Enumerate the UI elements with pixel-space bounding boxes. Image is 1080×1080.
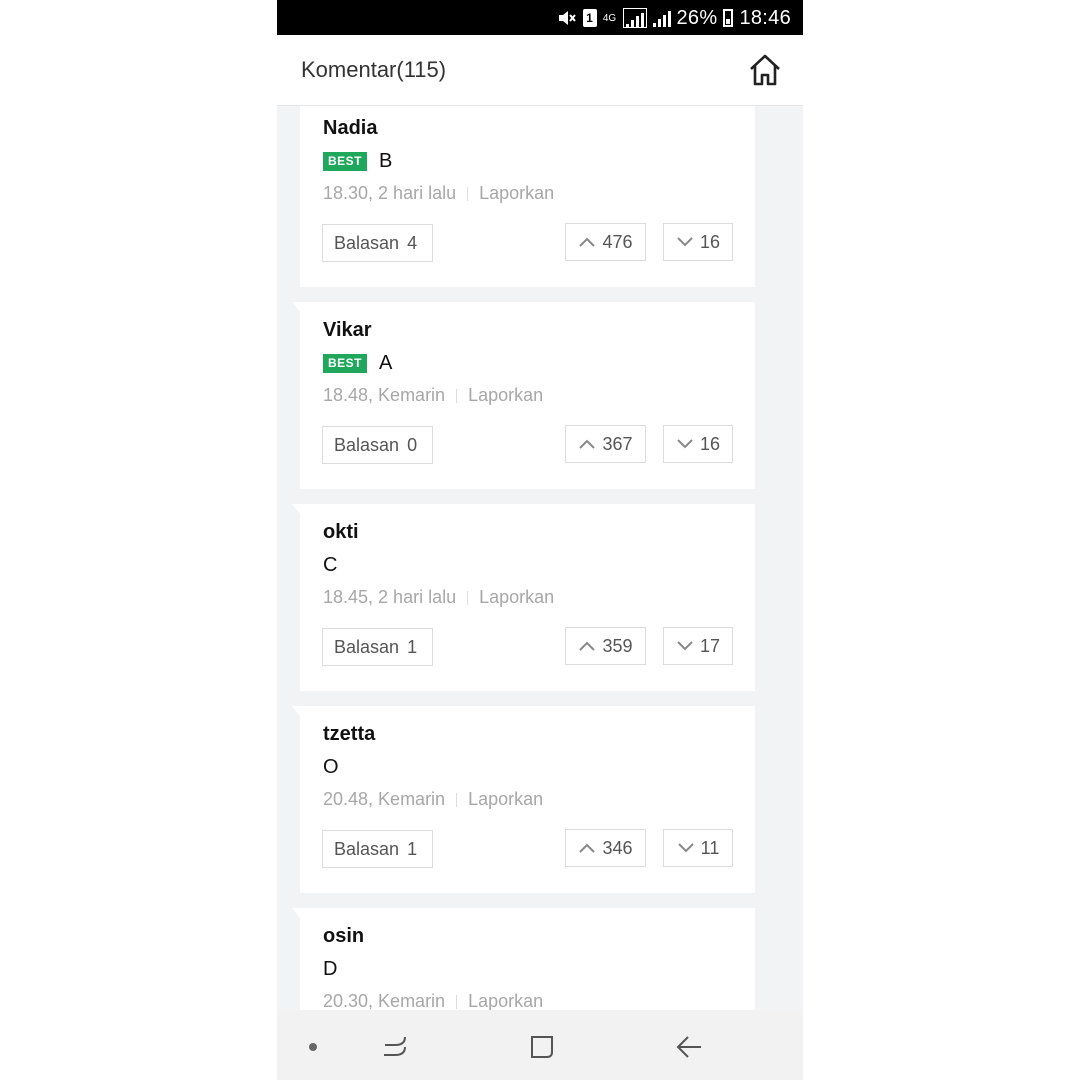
meta-divider [456,388,458,403]
best-badge: BEST [323,152,368,171]
reply-button[interactable]: Balasan 1 [322,830,433,868]
reply-count: 0 [407,434,418,455]
comment-content: O [323,756,339,779]
upvote-button[interactable]: 476 [565,223,646,261]
chevron-up-icon [579,843,596,853]
comment-card: tzetta O 20.48, Kemarin Laporkan Balasan… [292,706,755,893]
upvote-count: 359 [602,635,633,656]
report-link[interactable]: Laporkan [468,385,543,406]
battery-percent: 26% [676,6,718,29]
downvote-count: 16 [699,231,721,252]
comment-text: A [379,352,393,374]
report-link[interactable]: Laporkan [468,789,543,810]
reply-label: Balasan [334,232,400,253]
home-icon [750,54,780,86]
reply-button[interactable]: Balasan 1 [322,628,433,666]
meta-divider [456,792,458,807]
comment-content: BEST A [323,352,392,375]
comment-username[interactable]: okti [323,521,359,544]
upvote-button[interactable]: 346 [565,829,646,867]
comment-content: BEST B [323,150,392,173]
comment-card: okti C 18.45, 2 hari lalu Laporkan Balas… [292,504,755,691]
comment-meta: 18.30, 2 hari lalu Laporkan [323,183,554,204]
comment-time: 18.30, 2 hari lalu [323,183,457,203]
downvote-button[interactable]: 16 [663,223,733,261]
page-title: Komentar(115) [301,57,447,82]
meta-divider [456,994,458,1009]
report-link[interactable]: Laporkan [479,183,554,204]
chevron-down-icon [677,641,693,651]
comment-content: D [323,958,337,981]
meta-divider [467,590,469,605]
reply-count: 4 [407,232,418,253]
reply-label: Balasan [334,434,400,455]
chevron-up-icon [579,641,596,651]
comment-meta: 20.48, Kemarin Laporkan [323,789,543,810]
comment-list: Nadia BEST B 18.30, 2 hari lalu Laporkan… [277,106,803,1010]
comment-time: 20.48, Kemarin [323,789,446,809]
upvote-count: 367 [602,433,633,454]
downvote-button[interactable]: 17 [663,627,733,665]
reply-count: 1 [407,838,418,859]
sim-icon: 1 [582,9,597,27]
signal-icon [622,8,647,28]
reply-count: 1 [407,636,418,657]
comment-time: 20.30, Kemarin [323,991,446,1010]
comment-meta: 18.45, 2 hari lalu Laporkan [323,587,554,608]
chevron-down-icon [677,237,693,247]
signal-icon-2 [652,9,671,27]
downvote-button[interactable]: 11 [663,829,733,867]
chevron-down-icon [677,843,694,853]
reply-label: Balasan [334,636,400,657]
meta-divider [467,186,469,201]
comment-username[interactable]: Nadia [323,117,377,140]
nav-dot-icon [309,1043,317,1051]
comment-username[interactable]: Vikar [323,319,372,342]
chevron-up-icon [579,439,596,449]
downvote-count: 17 [699,635,721,656]
upvote-count: 476 [602,231,633,252]
comment-time: 18.48, Kemarin [323,385,446,405]
reply-button[interactable]: Balasan 4 [322,224,433,262]
comment-username[interactable]: osin [323,925,364,948]
report-link[interactable]: Laporkan [479,587,554,608]
downvote-count: 16 [699,433,721,454]
home-square-icon[interactable] [529,1034,555,1060]
back-arrow-icon[interactable] [675,1034,703,1060]
comment-content: C [323,554,337,577]
network-type-label: 4G [602,12,617,24]
header: Komentar(115) [277,35,803,106]
home-button[interactable] [747,53,783,87]
system-nav-bar [277,1010,803,1080]
mute-icon [558,11,576,25]
upvote-button[interactable]: 359 [565,627,646,665]
status-bar: 1 4G 26% 18:46 [277,0,803,35]
recent-apps-icon[interactable] [381,1034,409,1058]
comment-card: Vikar BEST A 18.48, Kemarin Laporkan Bal… [292,302,755,489]
comment-text: O [323,756,339,778]
downvote-count: 11 [700,837,720,858]
battery-icon [723,9,734,27]
comment-meta: 18.48, Kemarin Laporkan [323,385,543,406]
clock: 18:46 [739,6,791,29]
comment-card: osin D 20.30, Kemarin Laporkan [292,908,755,1010]
upvote-count: 346 [602,837,633,858]
reply-label: Balasan [334,838,400,859]
phone-screen: 1 4G 26% 18:46 Komentar(115) Nadia BEST … [277,0,803,1080]
upvote-button[interactable]: 367 [565,425,646,463]
chevron-up-icon [579,237,596,247]
comment-time: 18.45, 2 hari lalu [323,587,457,607]
downvote-button[interactable]: 16 [663,425,733,463]
comment-text: D [323,958,338,980]
comment-text: C [323,554,338,576]
reply-button[interactable]: Balasan 0 [322,426,433,464]
comment-card: Nadia BEST B 18.30, 2 hari lalu Laporkan… [300,106,755,287]
comment-text: B [379,150,393,172]
report-link[interactable]: Laporkan [468,991,543,1010]
comment-username[interactable]: tzetta [323,723,375,746]
comment-meta: 20.30, Kemarin Laporkan [323,991,543,1010]
best-badge: BEST [323,354,368,373]
chevron-down-icon [677,439,693,449]
